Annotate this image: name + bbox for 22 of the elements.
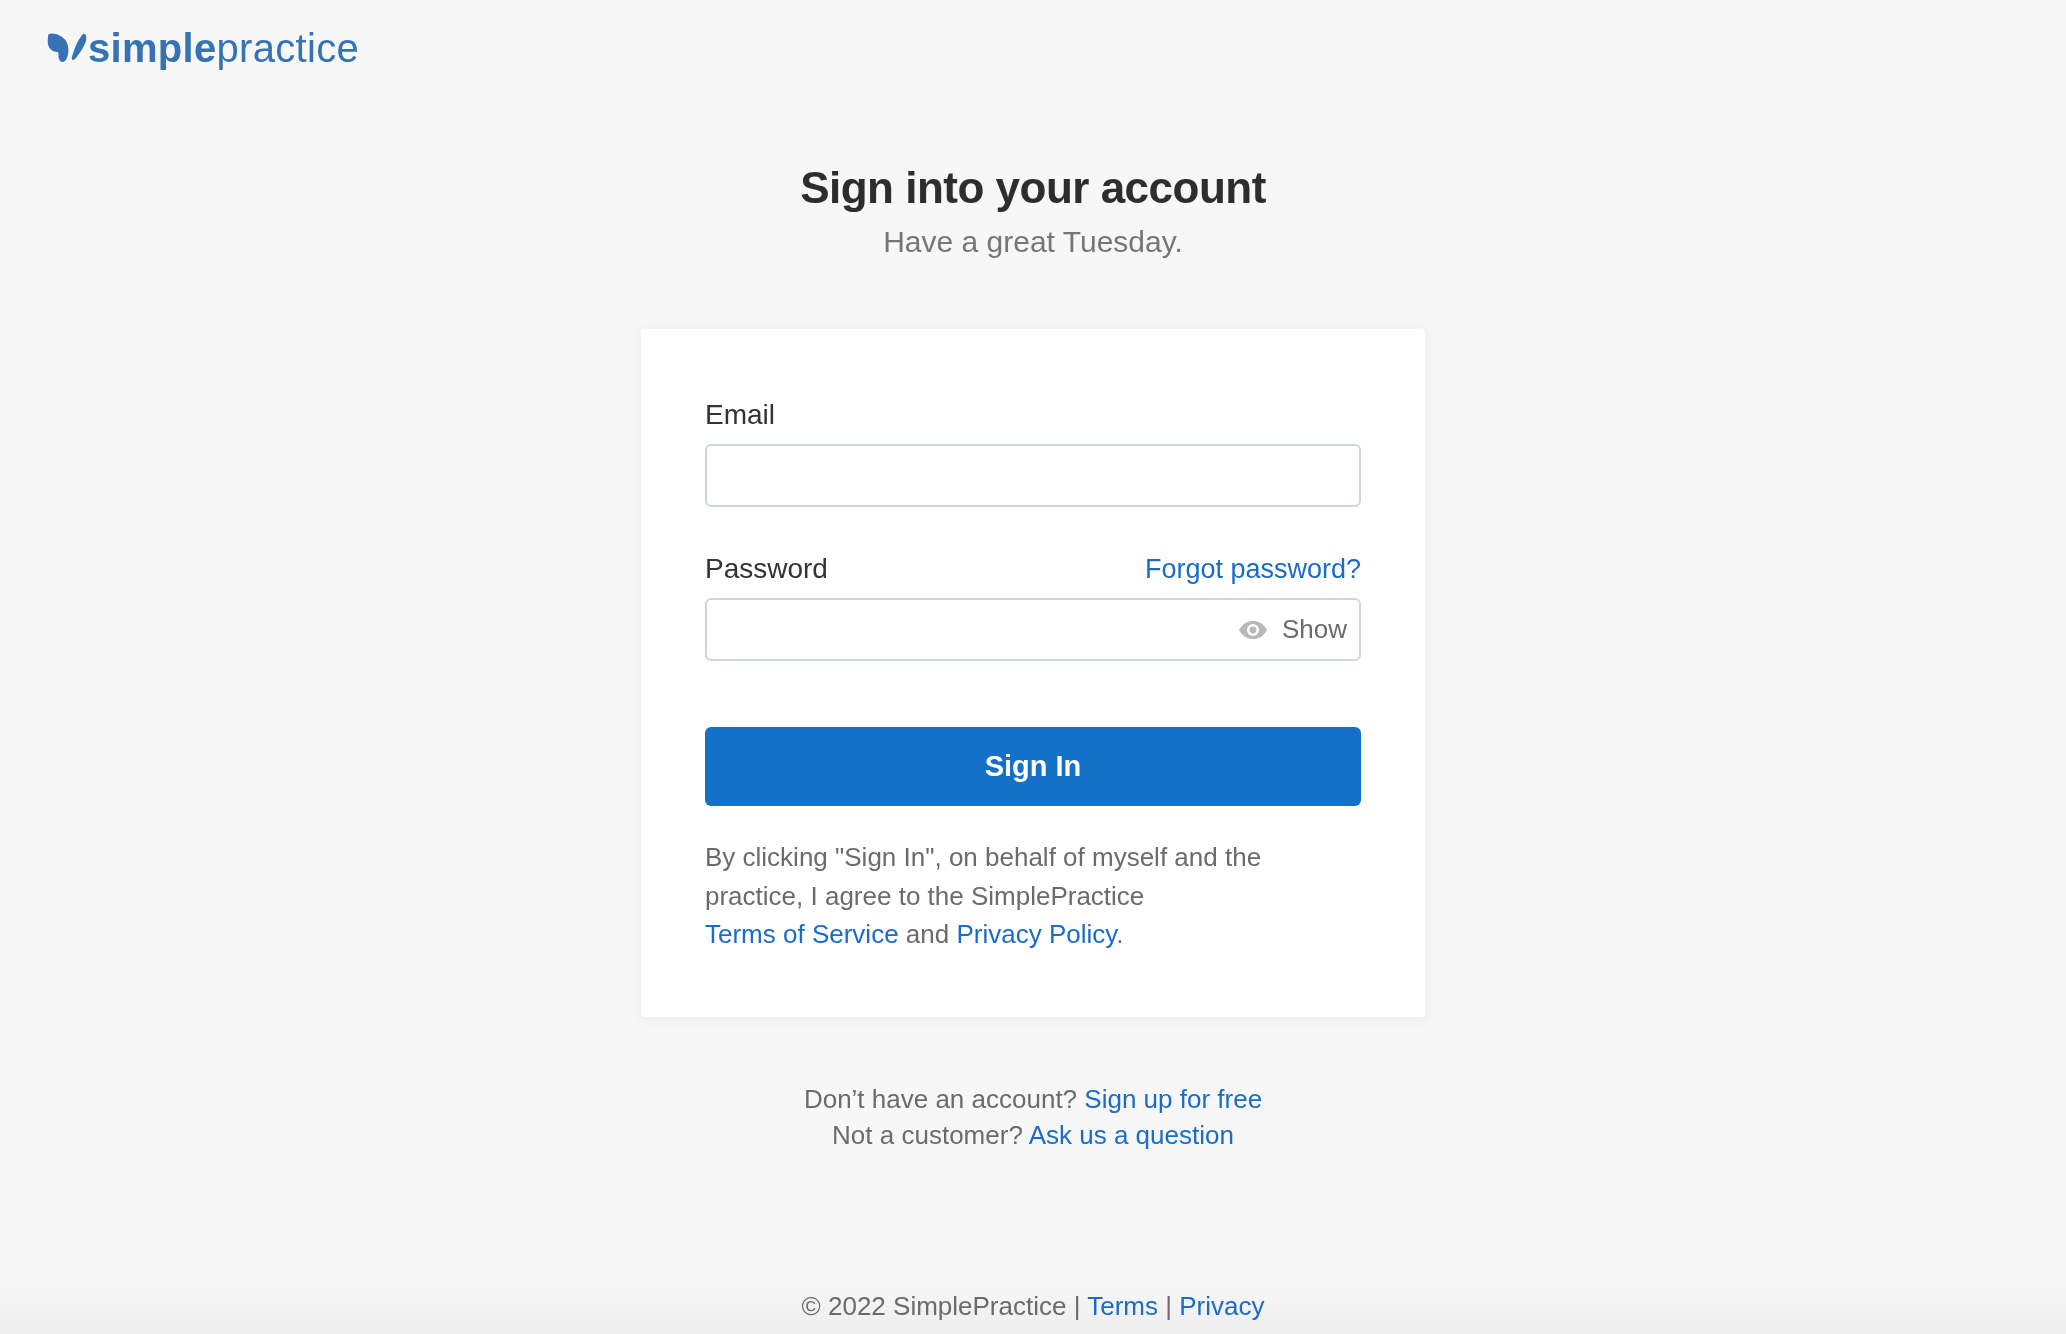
password-field[interactable]: Show (705, 598, 1361, 661)
privacy-link[interactable]: Privacy (1179, 1291, 1265, 1321)
sign-in-button[interactable]: Sign In (705, 727, 1361, 806)
terms-link[interactable]: Terms (1087, 1291, 1158, 1321)
email-field[interactable] (705, 444, 1361, 507)
greeting-subtitle: Have a great Tuesday. (883, 224, 1183, 260)
account-prompt: Don’t have an account? Sign up for free (803, 1082, 1263, 1116)
terms-of-service-link[interactable]: Terms of Service (705, 919, 899, 949)
sign-up-link[interactable]: Sign up for free (1084, 1083, 1263, 1114)
page-title: Sign into your account (800, 162, 1266, 214)
footer-copyright: © 2022 SimplePractice | Terms | Privacy (801, 1290, 1265, 1323)
password-label: Password (705, 552, 828, 586)
email-label: Email (705, 398, 775, 432)
legal-notice: By clicking "Sign In", on behalf of myself and the practice, I agree to the SimplePractice Terms of Service and Privacy Policy. (705, 841, 1263, 951)
show-password-button[interactable]: Show (1238, 610, 1347, 649)
ask-question-link[interactable]: Ask us a question (1028, 1119, 1234, 1150)
eye-icon (1238, 620, 1267, 639)
account-prompt: Not a customer? Ask us a question (832, 1118, 1234, 1152)
logo-wordmark: simplepractice (88, 25, 359, 71)
privacy-policy-link[interactable]: Privacy Policy (956, 919, 1117, 949)
forgot-password-link[interactable]: Forgot password? (1144, 552, 1361, 586)
butterfly-logo-icon (47, 33, 87, 63)
